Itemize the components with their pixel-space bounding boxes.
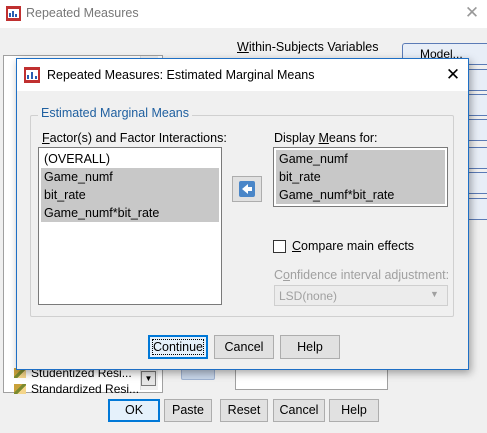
ci-adjustment-select[interactable]: LSD(none) ▼: [274, 285, 448, 306]
reset-button[interactable]: Reset: [220, 399, 268, 422]
estimated-marginal-means-dialog: Repeated Measures: Estimated Marginal Me…: [16, 58, 469, 370]
display-means-label: Display Means for:: [274, 131, 378, 145]
ci-adjustment-label: Confidence interval adjustment:: [274, 268, 450, 282]
parent-close-icon[interactable]: ✕: [461, 2, 483, 24]
parent-help-button[interactable]: Help: [329, 399, 379, 422]
display-item-bit-rate[interactable]: bit_rate: [276, 168, 445, 186]
parent-cancel-button[interactable]: Cancel: [273, 399, 325, 422]
compare-main-effects-checkbox[interactable]: [273, 240, 286, 253]
modal-title: Repeated Measures: Estimated Marginal Me…: [47, 68, 315, 82]
spss-app-icon: [6, 6, 21, 21]
within-subjects-label: Within-Subjects Variables: [237, 40, 379, 54]
factors-label: Factor(s) and Factor Interactions:: [42, 131, 227, 145]
scale-variable-icon: [14, 384, 26, 394]
display-means-list[interactable]: Game_numf bit_rate Game_numf*bit_rate: [273, 147, 448, 207]
close-icon[interactable]: ✕: [441, 63, 465, 87]
spss-app-icon: [24, 67, 40, 83]
factor-item-interaction[interactable]: Game_numf*bit_rate: [41, 204, 219, 222]
help-button[interactable]: Help: [280, 335, 340, 359]
factor-item-overall[interactable]: (OVERALL): [41, 150, 141, 168]
factor-item-game-numf[interactable]: Game_numf: [41, 168, 219, 186]
chevron-down-icon: ▼: [430, 289, 439, 299]
arrow-right-icon: [239, 181, 255, 197]
compare-main-effects-label[interactable]: Compare main effects: [292, 239, 414, 253]
factors-list[interactable]: (OVERALL) Game_numf bit_rate Game_numf*b…: [38, 147, 222, 305]
move-right-button[interactable]: [232, 176, 262, 202]
ok-button[interactable]: OK: [108, 399, 160, 422]
groupbox-title: Estimated Marginal Means: [38, 106, 192, 120]
paste-button[interactable]: Paste: [164, 399, 212, 422]
parent-window-title: Repeated Measures: [26, 6, 139, 20]
display-item-interaction[interactable]: Game_numf*bit_rate: [276, 186, 445, 204]
scroll-down-icon[interactable]: ▼: [141, 371, 156, 386]
continue-button[interactable]: Continue: [148, 335, 208, 359]
list-item[interactable]: Standardized Resi...: [14, 382, 139, 396]
display-item-game-numf[interactable]: Game_numf: [276, 150, 445, 168]
ci-adjustment-value: LSD(none): [279, 289, 338, 303]
cancel-button[interactable]: Cancel: [214, 335, 274, 359]
factor-item-bit-rate[interactable]: bit_rate: [41, 186, 219, 204]
